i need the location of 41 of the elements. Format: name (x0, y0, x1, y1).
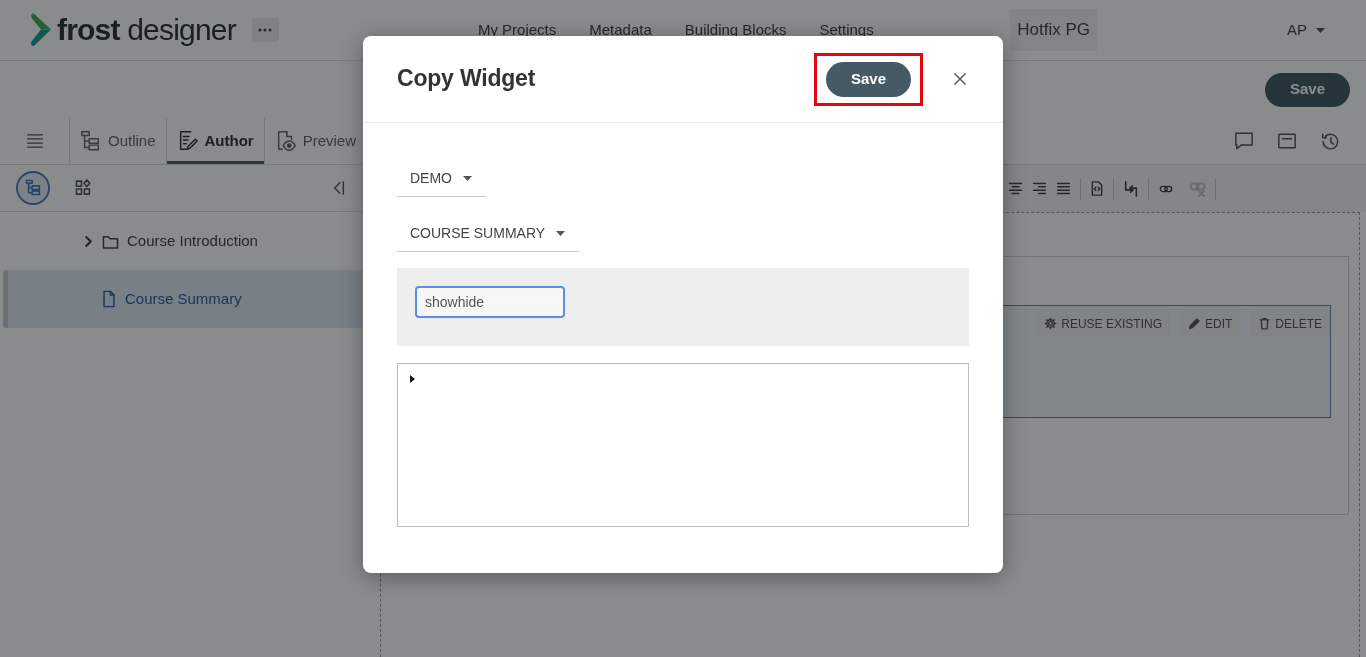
project-name[interactable]: Hotfix PG (1010, 9, 1097, 51)
widget-action-button[interactable]: DELETE (1250, 310, 1330, 337)
swap-icon[interactable] (1123, 179, 1139, 198)
widget-action-button[interactable]: EDIT (1179, 310, 1241, 337)
source-code-icon[interactable] (1090, 180, 1104, 197)
tree-view-icon[interactable] (16, 171, 50, 205)
save-button[interactable]: Save (825, 61, 911, 97)
caret-down-icon (463, 175, 472, 181)
tree-item[interactable]: Course Summary (3, 270, 362, 328)
user-menu-button[interactable]: AP (1287, 18, 1325, 42)
trash-icon (1258, 317, 1272, 330)
more-icon (258, 28, 273, 32)
file-icon (102, 290, 116, 308)
align-right-icon[interactable] (1032, 181, 1047, 196)
dialog-title: Copy Widget (397, 65, 536, 93)
caret-down-icon (1316, 27, 1325, 33)
history-icon[interactable] (1320, 131, 1340, 151)
caret-right-icon[interactable] (410, 375, 415, 383)
panel-icon[interactable] (1277, 131, 1297, 151)
collapse-panel-icon[interactable] (332, 179, 346, 197)
close-icon[interactable] (953, 72, 967, 86)
pencil-icon (1187, 317, 1201, 330)
caret-down-icon (556, 230, 566, 236)
justify-icon[interactable] (1056, 181, 1071, 196)
tab[interactable]: Author (166, 118, 265, 164)
search-field[interactable]: showhide (415, 286, 565, 318)
gear-icon (1044, 317, 1058, 330)
dropdown[interactable]: COURSE SUMMARY (397, 215, 580, 252)
logo-text: frost designer (57, 15, 236, 45)
comment-icon[interactable] (1234, 131, 1254, 151)
menu-icon[interactable] (25, 133, 44, 149)
align-center-icon[interactable] (1008, 181, 1023, 196)
chevron-right-icon[interactable] (84, 234, 93, 248)
tree-item[interactable]: Course Introduction (0, 212, 362, 270)
save-button[interactable]: Save (1264, 72, 1350, 107)
widget-action-button[interactable]: REUSE EXISTING (1036, 310, 1170, 337)
tab[interactable]: Outline (70, 118, 167, 164)
tree-structure-icon (80, 130, 102, 152)
logo-chevron-icon (30, 13, 53, 47)
folder-icon (102, 233, 119, 249)
dropdown[interactable]: DEMO (397, 160, 486, 197)
